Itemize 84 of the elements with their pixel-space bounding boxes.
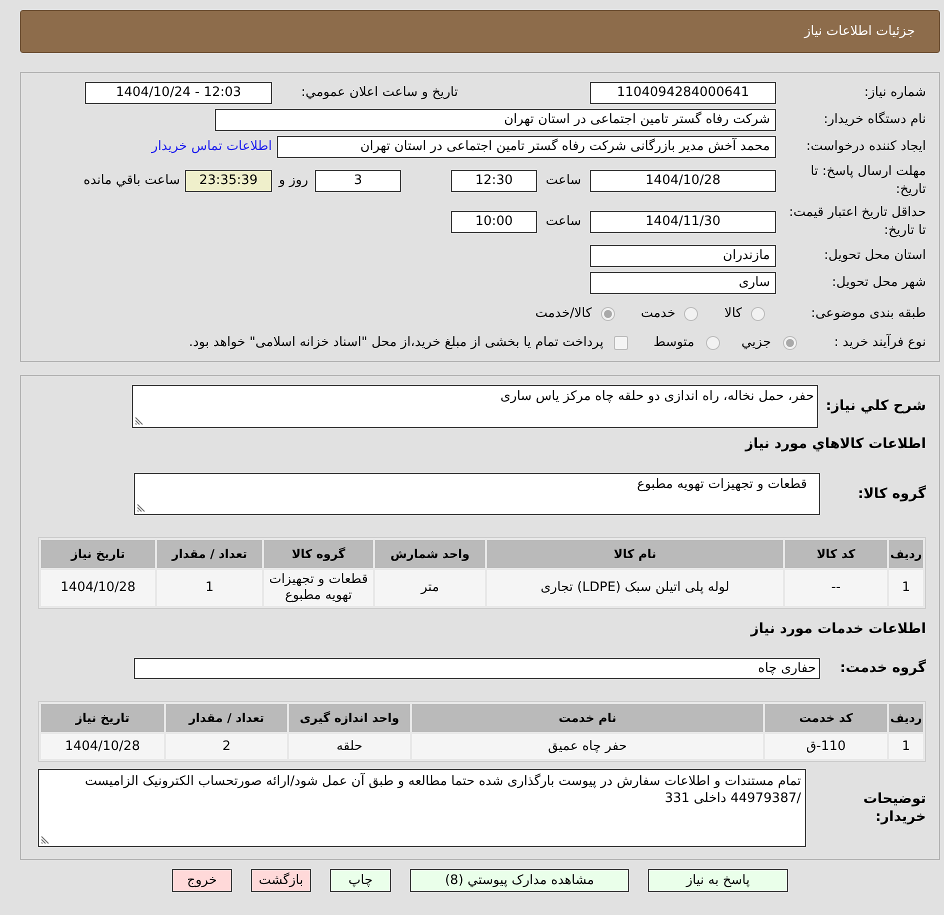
city-field[interactable]: ساری bbox=[590, 272, 776, 294]
column-header: تعداد / مقدار bbox=[157, 540, 262, 568]
field-label: ساعت باقي مانده bbox=[84, 172, 180, 190]
option-label: خدمت bbox=[640, 305, 676, 324]
field-label: گروه خدمت: bbox=[839, 658, 926, 678]
table-cell: لوله پلی اتیلن سبک (LDPE) تجاری bbox=[487, 570, 783, 606]
page-title: جزئیات اطلاعات نیاز bbox=[804, 22, 915, 41]
table-cell: 110-ق bbox=[765, 734, 887, 759]
radio-button[interactable] bbox=[600, 307, 615, 321]
option-label: کالا bbox=[724, 305, 742, 324]
column-header: ردیف bbox=[889, 704, 923, 732]
column-header: نام کالا bbox=[487, 540, 783, 568]
field-label: ساعت bbox=[544, 172, 582, 190]
field-label: روز و bbox=[277, 172, 310, 190]
field-label: شرح کلي نياز: bbox=[824, 397, 926, 416]
table-cell: 1 bbox=[889, 734, 923, 759]
option-label: کالا/خدمت bbox=[535, 305, 592, 324]
deadline-date-field[interactable]: 1404/10/28 bbox=[590, 170, 776, 192]
field-label: نوع فرآیند خرید : bbox=[833, 333, 926, 352]
need-number-field[interactable]: 1104094284000641 bbox=[590, 82, 776, 104]
table-cell: 1 bbox=[157, 570, 262, 606]
table-cell: 2 bbox=[166, 734, 287, 759]
option-label: جزيي bbox=[741, 334, 771, 352]
column-header: تاریخ نیاز bbox=[41, 704, 164, 732]
radio-button[interactable] bbox=[783, 336, 797, 350]
column-header: واحد اندازه گیری bbox=[289, 704, 410, 732]
contact-link[interactable]: اطلاعات تماس خریدار bbox=[152, 137, 272, 157]
radio-button[interactable] bbox=[684, 307, 698, 321]
buyer-field[interactable]: شرکت رفاه گستر تامین اجتماعی در استان تهران bbox=[215, 109, 776, 131]
field-label: نام دستگاه خریدار: bbox=[822, 110, 926, 130]
table-cell: حفر چاه عمیق bbox=[412, 734, 763, 759]
table-cell: قطعات و تجهیزات تهویه مطبوع bbox=[264, 570, 373, 606]
service-group-field[interactable]: حفاری چاه bbox=[134, 658, 820, 679]
countdown-display: 23:35:39 bbox=[185, 170, 272, 192]
option-label: متوسط bbox=[653, 334, 694, 352]
days-field[interactable]: 3 bbox=[315, 170, 401, 192]
resize-grip-icon[interactable] bbox=[137, 504, 145, 512]
action-button[interactable]: چاپ bbox=[330, 869, 391, 892]
column-header: واحد شمارش bbox=[375, 540, 485, 568]
field-label: مهلت ارسال پاسخ: تا تاریخ: bbox=[810, 163, 926, 199]
field-label: توضیحات خریدار: bbox=[862, 790, 926, 826]
radio-button[interactable] bbox=[706, 336, 720, 350]
field-label: استان محل تحویل: bbox=[823, 247, 926, 266]
section-heading: اطلاعات کالاهاي مورد نياز bbox=[745, 435, 926, 453]
table-cell: حلقه bbox=[289, 734, 410, 759]
table-cell: -- bbox=[785, 570, 887, 606]
action-button[interactable]: خروج bbox=[172, 869, 232, 892]
column-header: ردیف bbox=[889, 540, 923, 568]
field-label: شهر محل تحویل: bbox=[830, 274, 926, 292]
requester-field[interactable]: محمد آخش مدیر بازرگانی شرکت رفاه گستر تامین اجتماعی در استان تهران bbox=[277, 136, 776, 158]
action-button[interactable]: بازگشت bbox=[251, 869, 311, 892]
column-header: کد کالا bbox=[785, 540, 887, 568]
province-field[interactable]: مازندران bbox=[590, 245, 776, 267]
validity-time-field[interactable]: 10:00 bbox=[451, 211, 537, 233]
field-label: طبقه بندی موضوعی: bbox=[810, 305, 926, 324]
resize-grip-icon[interactable] bbox=[135, 417, 143, 425]
goods-group-field[interactable]: قطعات و تجهیزات تهویه مطبوع bbox=[134, 473, 820, 515]
radio-button[interactable] bbox=[751, 307, 765, 321]
checkbox[interactable] bbox=[614, 336, 628, 350]
announcement-field[interactable]: 1404/10/24 - 12:03 bbox=[85, 82, 272, 104]
action-button[interactable]: پاسخ به نیاز bbox=[648, 869, 788, 892]
column-header: گروه کالا bbox=[264, 540, 373, 568]
column-header: تاریخ نیاز bbox=[41, 540, 155, 568]
resize-grip-icon[interactable] bbox=[41, 836, 49, 844]
section-heading: اطلاعات خدمات مورد نیاز bbox=[750, 620, 926, 638]
action-button[interactable]: مشاهده مدارک پیوستي (8) bbox=[410, 869, 629, 892]
column-header: کد خدمت bbox=[765, 704, 887, 732]
field-label: ایجاد کننده درخواست: bbox=[805, 138, 926, 156]
field-label: ساعت bbox=[544, 213, 582, 232]
field-label: گروه کالا: bbox=[856, 484, 926, 504]
deadline-time-field[interactable]: 12:30 bbox=[451, 170, 537, 192]
notes-field[interactable]: تمام مستندات و اطلاعات سفارش در پیوست بارگذاری شده حتما مطالعه و طبق آن عمل شود/ارائه صورتحساب الکترونیک الزامیست /44979387 داخلی 331 bbox=[38, 769, 806, 847]
table-cell: 1 bbox=[889, 570, 923, 606]
table-cell: متر bbox=[375, 570, 485, 606]
field-label: شماره نیاز: bbox=[863, 84, 926, 102]
table-cell: 1404/10/28 bbox=[41, 570, 155, 606]
column-header: تعداد / مقدار bbox=[166, 704, 287, 732]
column-header: نام خدمت bbox=[412, 704, 763, 732]
description-field[interactable]: حفر، حمل نخاله، راه اندازی دو حلقه چاه مرکز یاس ساری bbox=[132, 385, 818, 428]
table-cell: 1404/10/28 bbox=[41, 734, 164, 759]
option-label: پرداخت تمام یا بخشی از مبلغ خرید،از محل "اسناد خزانه اسلامی" خواهد بود. bbox=[188, 334, 604, 352]
validity-date-field[interactable]: 1404/11/30 bbox=[590, 211, 776, 233]
field-label: حداقل تاریخ اعتبار قیمت: تا تاریخ: bbox=[788, 204, 926, 240]
field-label: تاريخ و ساعت اعلان عمومي: bbox=[300, 84, 458, 102]
